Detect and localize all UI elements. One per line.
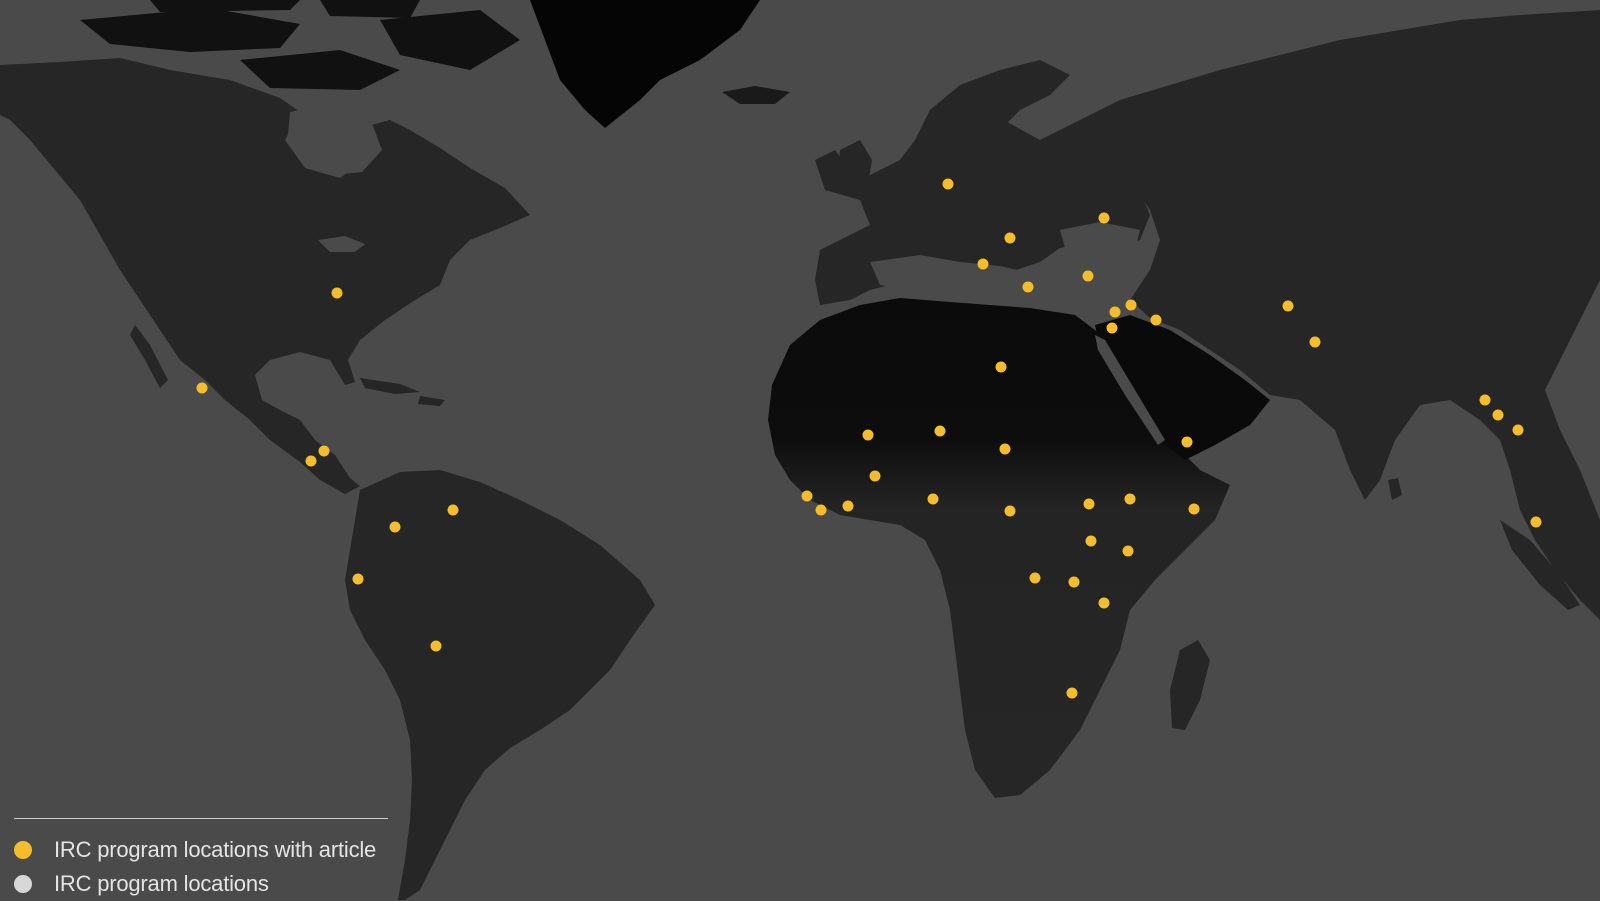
location-marker[interactable]	[318, 445, 330, 457]
location-marker[interactable]	[927, 493, 939, 505]
location-marker[interactable]	[862, 429, 874, 441]
location-marker[interactable]	[1188, 503, 1200, 515]
location-marker[interactable]	[1479, 394, 1491, 406]
location-marker[interactable]	[352, 573, 364, 585]
location-marker[interactable]	[995, 361, 1007, 373]
legend-swatch-yellow	[14, 841, 32, 859]
location-marker[interactable]	[1106, 322, 1118, 334]
location-marker[interactable]	[196, 382, 208, 394]
location-marker[interactable]	[1082, 270, 1094, 282]
location-marker[interactable]	[1066, 687, 1078, 699]
location-marker[interactable]	[1098, 597, 1110, 609]
world-map	[0, 0, 1600, 900]
location-marker[interactable]	[1282, 300, 1294, 312]
location-marker[interactable]	[1122, 545, 1134, 557]
location-marker[interactable]	[934, 425, 946, 437]
location-marker[interactable]	[1068, 576, 1080, 588]
location-marker[interactable]	[430, 640, 442, 652]
location-marker[interactable]	[842, 500, 854, 512]
location-marker[interactable]	[999, 443, 1011, 455]
legend-label: IRC program locations	[54, 871, 269, 896]
location-marker[interactable]	[869, 470, 881, 482]
location-marker[interactable]	[1124, 493, 1136, 505]
location-marker[interactable]	[1530, 516, 1542, 528]
location-marker[interactable]	[389, 521, 401, 533]
location-marker[interactable]	[801, 490, 813, 502]
location-marker[interactable]	[1022, 281, 1034, 293]
legend-swatch-gray	[14, 875, 32, 893]
location-marker[interactable]	[1150, 314, 1162, 326]
location-marker[interactable]	[977, 258, 989, 270]
location-marker[interactable]	[1004, 505, 1016, 517]
location-marker[interactable]	[1029, 572, 1041, 584]
location-marker[interactable]	[447, 504, 459, 516]
location-marker[interactable]	[1004, 232, 1016, 244]
location-marker[interactable]	[1109, 306, 1121, 318]
location-marker[interactable]	[1492, 409, 1504, 421]
location-marker[interactable]	[1098, 212, 1110, 224]
location-marker[interactable]	[331, 287, 343, 299]
location-marker[interactable]	[1309, 336, 1321, 348]
legend-label: IRC program locations with article	[54, 837, 377, 862]
location-marker[interactable]	[1181, 436, 1193, 448]
location-marker[interactable]	[815, 504, 827, 516]
location-marker[interactable]	[1512, 424, 1524, 436]
legend-item-program: IRC program locations	[14, 867, 388, 901]
location-marker[interactable]	[1125, 299, 1137, 311]
location-marker[interactable]	[305, 455, 317, 467]
location-marker[interactable]	[1085, 535, 1097, 547]
legend-item-with-article: IRC program locations with article	[14, 833, 388, 867]
location-marker[interactable]	[942, 178, 954, 190]
location-marker[interactable]	[1083, 498, 1095, 510]
map-legend: IRC program locations with article IRC p…	[14, 818, 388, 901]
